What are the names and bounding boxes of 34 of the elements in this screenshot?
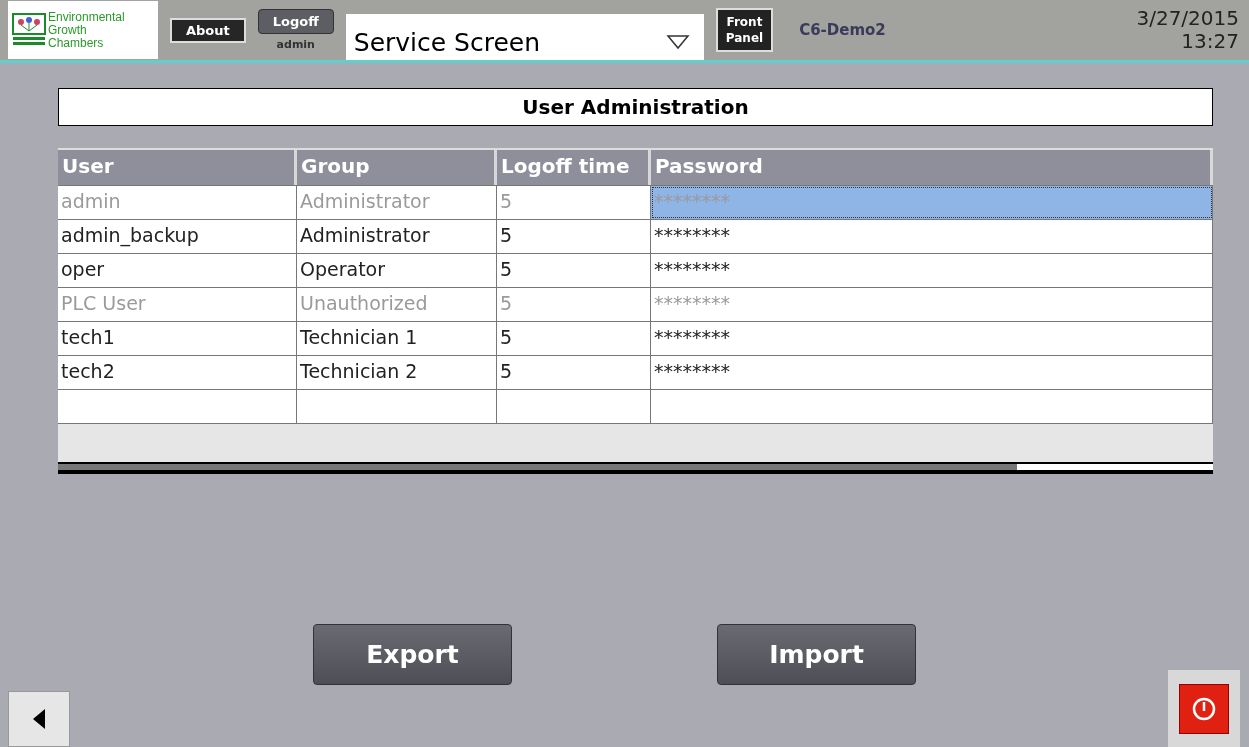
table-cell[interactable]: ******** [651,356,1213,389]
device-name: C6-Demo2 [799,21,886,39]
left-arrow-icon [31,707,47,731]
action-button[interactable]: Import [717,624,916,685]
table-cell[interactable]: 5 [497,322,651,355]
table-cell[interactable]: 5 [497,254,651,287]
table-cell[interactable]: ******** [651,220,1213,253]
table-cell[interactable]: ******** [651,254,1213,287]
screen-dropdown[interactable]: Service Screen [345,14,704,60]
plant-logo-icon [12,13,46,47]
table-cell[interactable]: 5 [497,356,651,389]
page-title: User Administration [58,88,1213,126]
power-button[interactable] [1179,683,1229,734]
dropdown-arrow-icon [665,34,690,50]
table-cell[interactable]: tech1 [58,322,297,355]
table-cell[interactable]: Technician 2 [297,356,497,389]
front-panel-button[interactable]: Front Panel [715,8,774,52]
table-cell[interactable]: 5 [497,220,651,253]
back-button[interactable] [8,691,70,747]
power-icon [1191,695,1217,722]
date-time: 3/27/2015 13:27 [1136,7,1239,53]
user-name: admin [276,38,315,51]
table-cell[interactable]: admin_backup [58,220,297,253]
table-cell[interactable]: Operator [297,254,497,287]
logoff-button[interactable]: Logoff [257,9,334,34]
table-cell[interactable]: Technician 1 [297,322,497,355]
action-button[interactable]: Export [313,624,512,685]
company-name: Environmental Growth Chambers [48,10,125,50]
about-button[interactable]: About [170,17,246,43]
table-cell[interactable]: ******** [651,322,1213,355]
scrollbar[interactable] [58,462,1213,470]
table-cell[interactable]: oper [58,254,297,287]
table-cell[interactable]: Administrator [297,220,497,253]
table-cell[interactable]: tech2 [58,356,297,389]
